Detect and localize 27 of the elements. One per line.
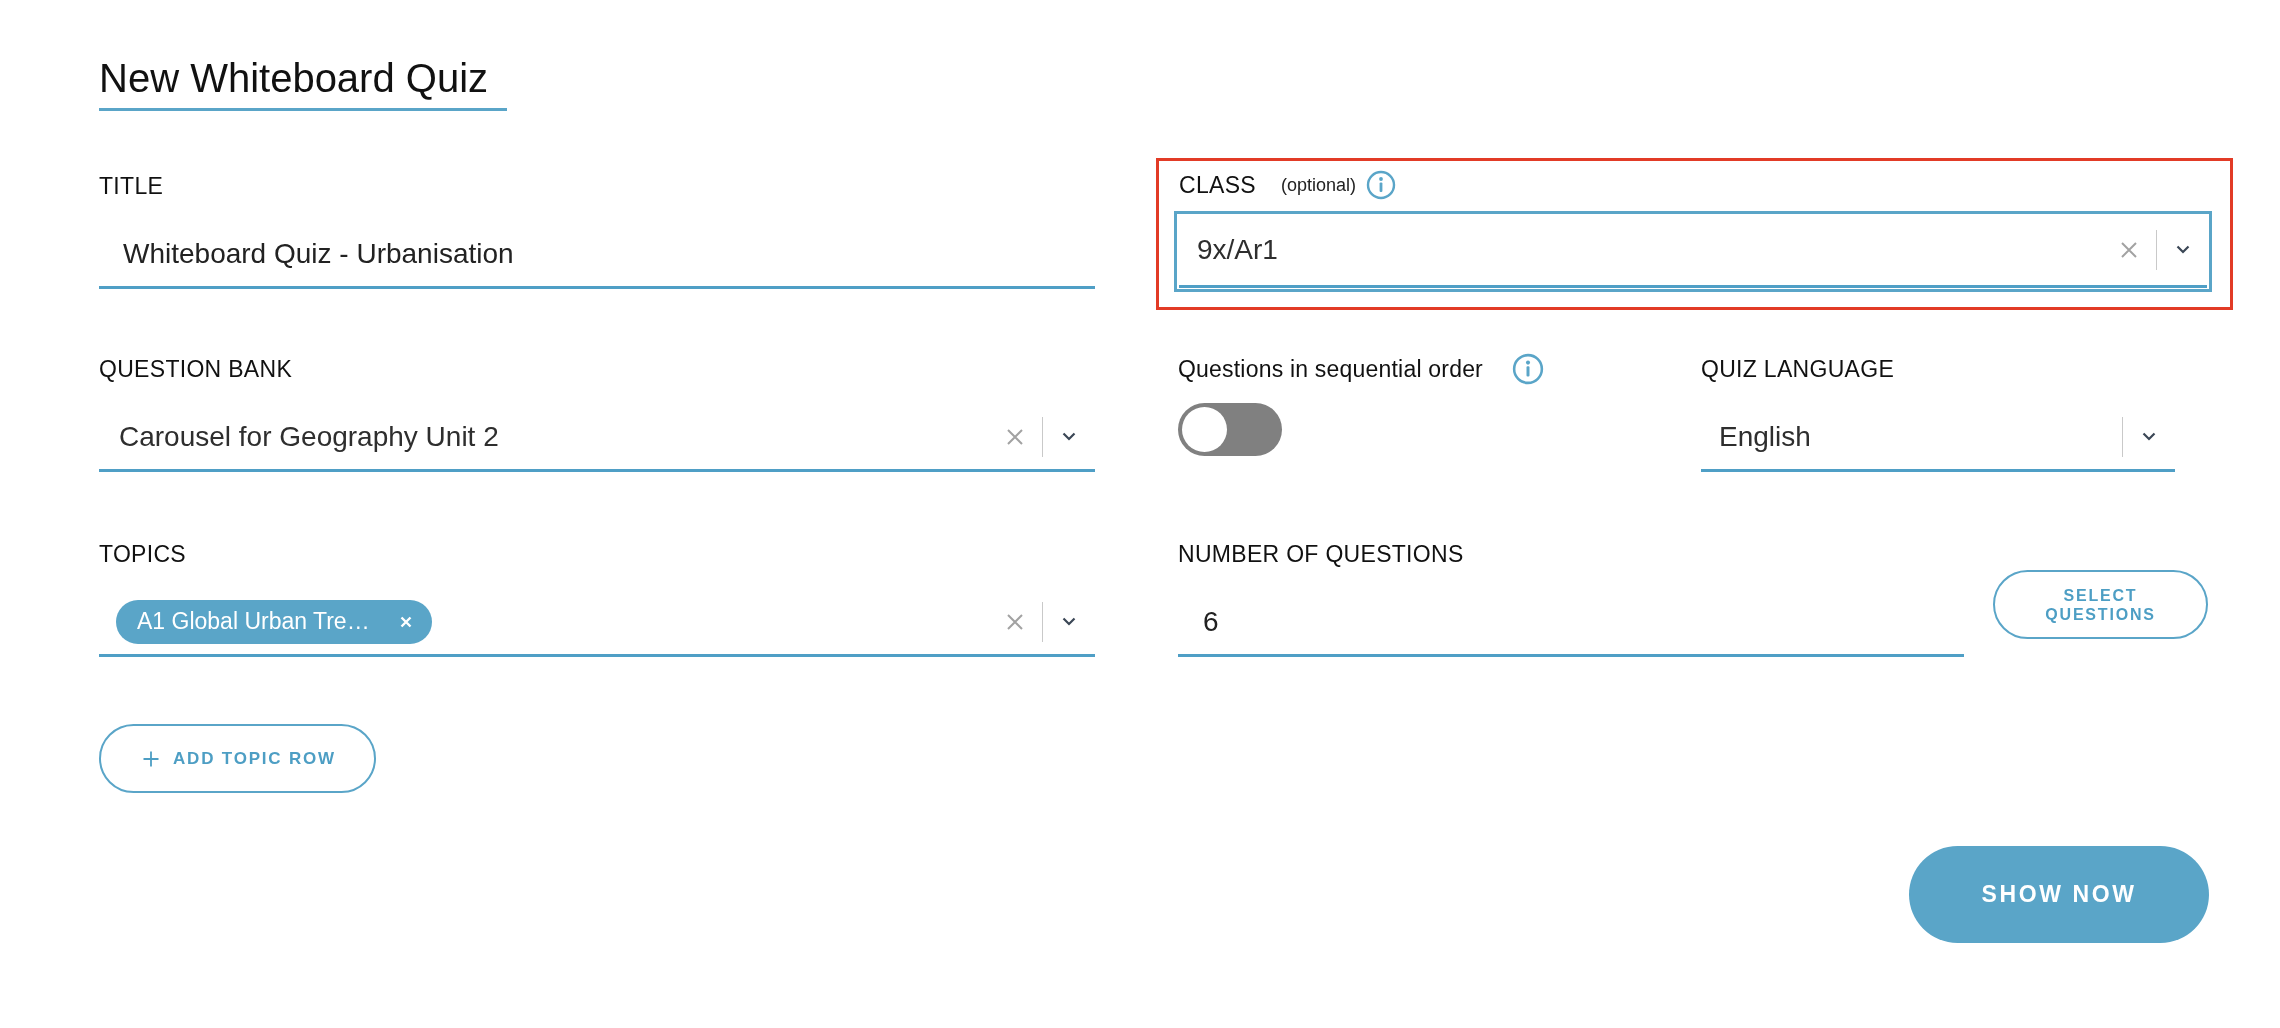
quiz-language-select[interactable]: English (1701, 404, 2175, 472)
clear-icon[interactable] (2119, 240, 2138, 259)
number-input[interactable]: 6 (1178, 589, 1964, 657)
field-label: TITLE (99, 172, 165, 201)
chevron-down-icon[interactable] (1062, 432, 1076, 441)
optional-note: (optional) (1280, 174, 1356, 197)
field-label: QUIZ LANGUAGE (1701, 355, 1896, 384)
field-label: TOPICS (99, 540, 187, 569)
field-label: QUESTION BANK (99, 355, 294, 384)
class-select[interactable]: 9x/Ar1 (1174, 211, 2212, 292)
plus-icon (143, 750, 159, 767)
chevron-down-icon[interactable] (2176, 245, 2190, 254)
info-icon[interactable] (1366, 170, 1396, 200)
page-title: New Whiteboard Quiz (99, 54, 508, 111)
tag-label: A1 Global Urban Tre… (137, 608, 370, 635)
chevron-down-icon[interactable] (2142, 432, 2156, 441)
clear-icon[interactable] (1005, 427, 1024, 446)
sequential-order-toggle[interactable] (1178, 403, 1282, 456)
toggle-label: Questions in sequential order (1178, 355, 1483, 384)
close-icon[interactable] (399, 615, 412, 628)
field-label: NUMBER OF QUESTIONS (1178, 540, 1465, 569)
question-bank-select[interactable]: Carousel for Geography Unit 2 (99, 404, 1095, 472)
info-icon[interactable] (1512, 353, 1544, 385)
field-label: CLASS (1179, 171, 1256, 200)
clear-icon[interactable] (1005, 612, 1024, 631)
chevron-down-icon[interactable] (1062, 617, 1076, 626)
title-input[interactable]: Whiteboard Quiz - Urbanisation (99, 221, 1095, 289)
